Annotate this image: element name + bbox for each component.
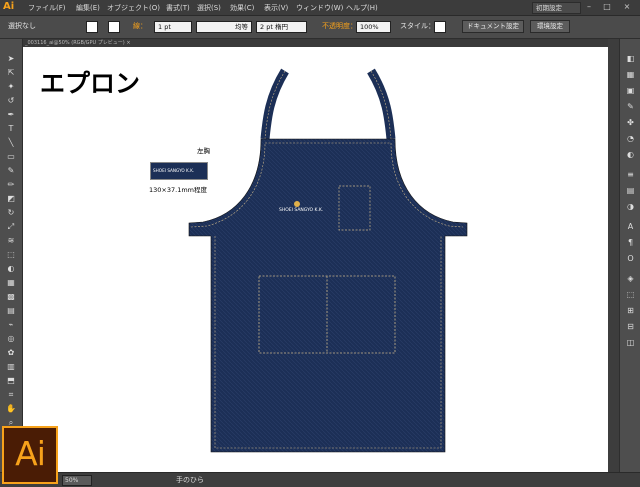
menu-select[interactable]: 選択(S) [197,3,221,13]
document-setup-button[interactable]: ドキュメント設定 [462,20,524,33]
gradient-tool-icon[interactable]: ▤ [5,305,17,316]
eyedropper-tool-icon[interactable]: ⌁ [5,319,17,330]
scale-tool-icon[interactable]: ⤢ [5,221,17,232]
pencil-tool-icon[interactable]: ✏ [5,179,17,190]
fill-swatch[interactable] [86,21,98,33]
brush-select[interactable]: 2 pt 楕円 [256,21,307,33]
free-transform-tool-icon[interactable]: ⬚ [5,249,17,260]
hand-tool-icon[interactable]: ✋ [5,403,17,414]
menu-window[interactable]: ウィンドウ(W) [296,3,343,13]
stroke-weight-field[interactable]: 1 pt [154,21,192,33]
mesh-tool-icon[interactable]: ▩ [5,291,17,302]
menu-view[interactable]: 表示(V) [264,3,288,13]
stroke-swatch[interactable] [108,21,120,33]
transform-panel-icon[interactable]: ⊞ [624,305,637,317]
perspective-grid-tool-icon[interactable]: ▦ [5,277,17,288]
logo-mark-icon [294,201,300,207]
close-icon[interactable]: × [620,2,634,12]
panels-dock: ◧ ▦ ▣ ✎ ✤ ◔ ◐ ≡ ▤ ◑ A ¶ O ◈ ⬚ ⊞ ⊟ ◫ [619,39,640,472]
apron-logo-text: SHOEI SANGYO K.K. [279,208,324,213]
symbols-icon[interactable]: ✤ [624,117,637,129]
lasso-tool-icon[interactable]: ↺ [5,95,17,106]
status-bar: 50% 手のひら [0,472,640,487]
workspace-switcher[interactable]: 初期設定 [532,2,581,14]
menu-file[interactable]: ファイル(F) [28,3,66,13]
graphic-styles-icon[interactable]: ◔ [624,133,637,145]
eraser-tool-icon[interactable]: ◩ [5,193,17,204]
right-strap [367,68,396,140]
preferences-button[interactable]: 環境設定 [530,20,570,33]
pen-tool-icon[interactable]: ✒ [5,109,17,120]
appearance-icon[interactable]: ◐ [624,149,637,161]
menu-edit[interactable]: 編集(E) [76,3,100,13]
graph-tool-icon[interactable]: ▥ [5,361,17,372]
swatches-icon[interactable]: ▣ [624,85,637,97]
document-tab[interactable]: _003116_ai@50% (RGB/GPU プレビュー) × [25,39,131,47]
direct-selection-tool-icon[interactable]: ⇱ [5,67,17,78]
menu-type[interactable]: 書式(T) [166,3,190,13]
opacity-label[interactable]: 不透明度： [322,21,357,31]
apron-illustration[interactable] [23,47,608,472]
magic-wand-tool-icon[interactable]: ✦ [5,81,17,92]
maximize-icon[interactable]: □ [600,2,614,12]
app-logo: Ai [3,1,15,12]
selection-status: 選択なし [8,22,36,30]
zoom-field[interactable]: 50% [62,475,92,486]
type-tool-icon[interactable]: T [5,123,17,134]
artboard-canvas[interactable]: エプロン 左胸 SHOEI SANGYO K.K. 130×37.1mm程度 S… [23,47,608,472]
character-panel-icon[interactable]: A [624,221,637,233]
left-strap [260,68,289,140]
current-tool-label: 手のひら [176,476,204,484]
menu-object[interactable]: オブジェクト(O) [107,3,160,13]
control-bar: 選択なし 線： 1 pt 均等 2 pt 楕円 不透明度： 100% スタイル：… [0,16,640,39]
menu-bar: Ai ファイル(F) 編集(E) オブジェクト(O) 書式(T) 選択(S) 効… [0,0,640,16]
warp-tool-icon[interactable]: ≋ [5,235,17,246]
rectangle-tool-icon[interactable]: ▭ [5,151,17,162]
apron-body [188,138,468,453]
layers-icon[interactable]: ◈ [624,273,637,285]
opacity-field[interactable]: 100% [356,21,391,33]
gradient-panel-icon[interactable]: ▤ [624,185,637,197]
transparency-icon[interactable]: ◑ [624,201,637,213]
slice-tool-icon[interactable]: ⌗ [5,389,17,400]
stroke-label[interactable]: 線： [133,21,147,31]
paragraph-panel-icon[interactable]: ¶ [624,237,637,249]
rotate-tool-icon[interactable]: ↻ [5,207,17,218]
brushes-icon[interactable]: ✎ [624,101,637,113]
pathfinder-panel-icon[interactable]: ◫ [624,337,637,349]
blend-tool-icon[interactable]: ◎ [5,333,17,344]
shape-builder-tool-icon[interactable]: ◐ [5,263,17,274]
document-tab-bar: _003116_ai@50% (RGB/GPU プレビュー) × [22,39,608,47]
minimize-icon[interactable]: – [582,2,596,12]
artboards-panel-icon[interactable]: ⬚ [624,289,637,301]
illustrator-logo: Ai [2,426,58,484]
selection-tool-icon[interactable]: ➤ [5,53,17,64]
line-tool-icon[interactable]: ╲ [5,137,17,148]
color-guide-icon[interactable]: ▦ [624,69,637,81]
menu-help[interactable]: ヘルプ(H) [346,3,378,13]
style-swatch[interactable] [434,21,446,33]
stroke-panel-icon[interactable]: ≡ [624,169,637,181]
tools-panel: ➤ ⇱ ✦ ↺ ✒ T ╲ ▭ ✎ ✏ ◩ ↻ ⤢ ≋ ⬚ ◐ ▦ ▩ ▤ ⌁ … [0,39,23,472]
paintbrush-tool-icon[interactable]: ✎ [5,165,17,176]
stroke-profile-select[interactable]: 均等 [196,21,252,33]
panel-gutter [608,39,619,472]
artboard-tool-icon[interactable]: ⬒ [5,375,17,386]
menu-effect[interactable]: 効果(C) [230,3,254,13]
align-panel-icon[interactable]: ⊟ [624,321,637,333]
opentype-panel-icon[interactable]: O [624,253,637,265]
symbol-sprayer-tool-icon[interactable]: ✿ [5,347,17,358]
color-panel-icon[interactable]: ◧ [624,53,637,65]
style-label: スタイル： [400,22,435,30]
